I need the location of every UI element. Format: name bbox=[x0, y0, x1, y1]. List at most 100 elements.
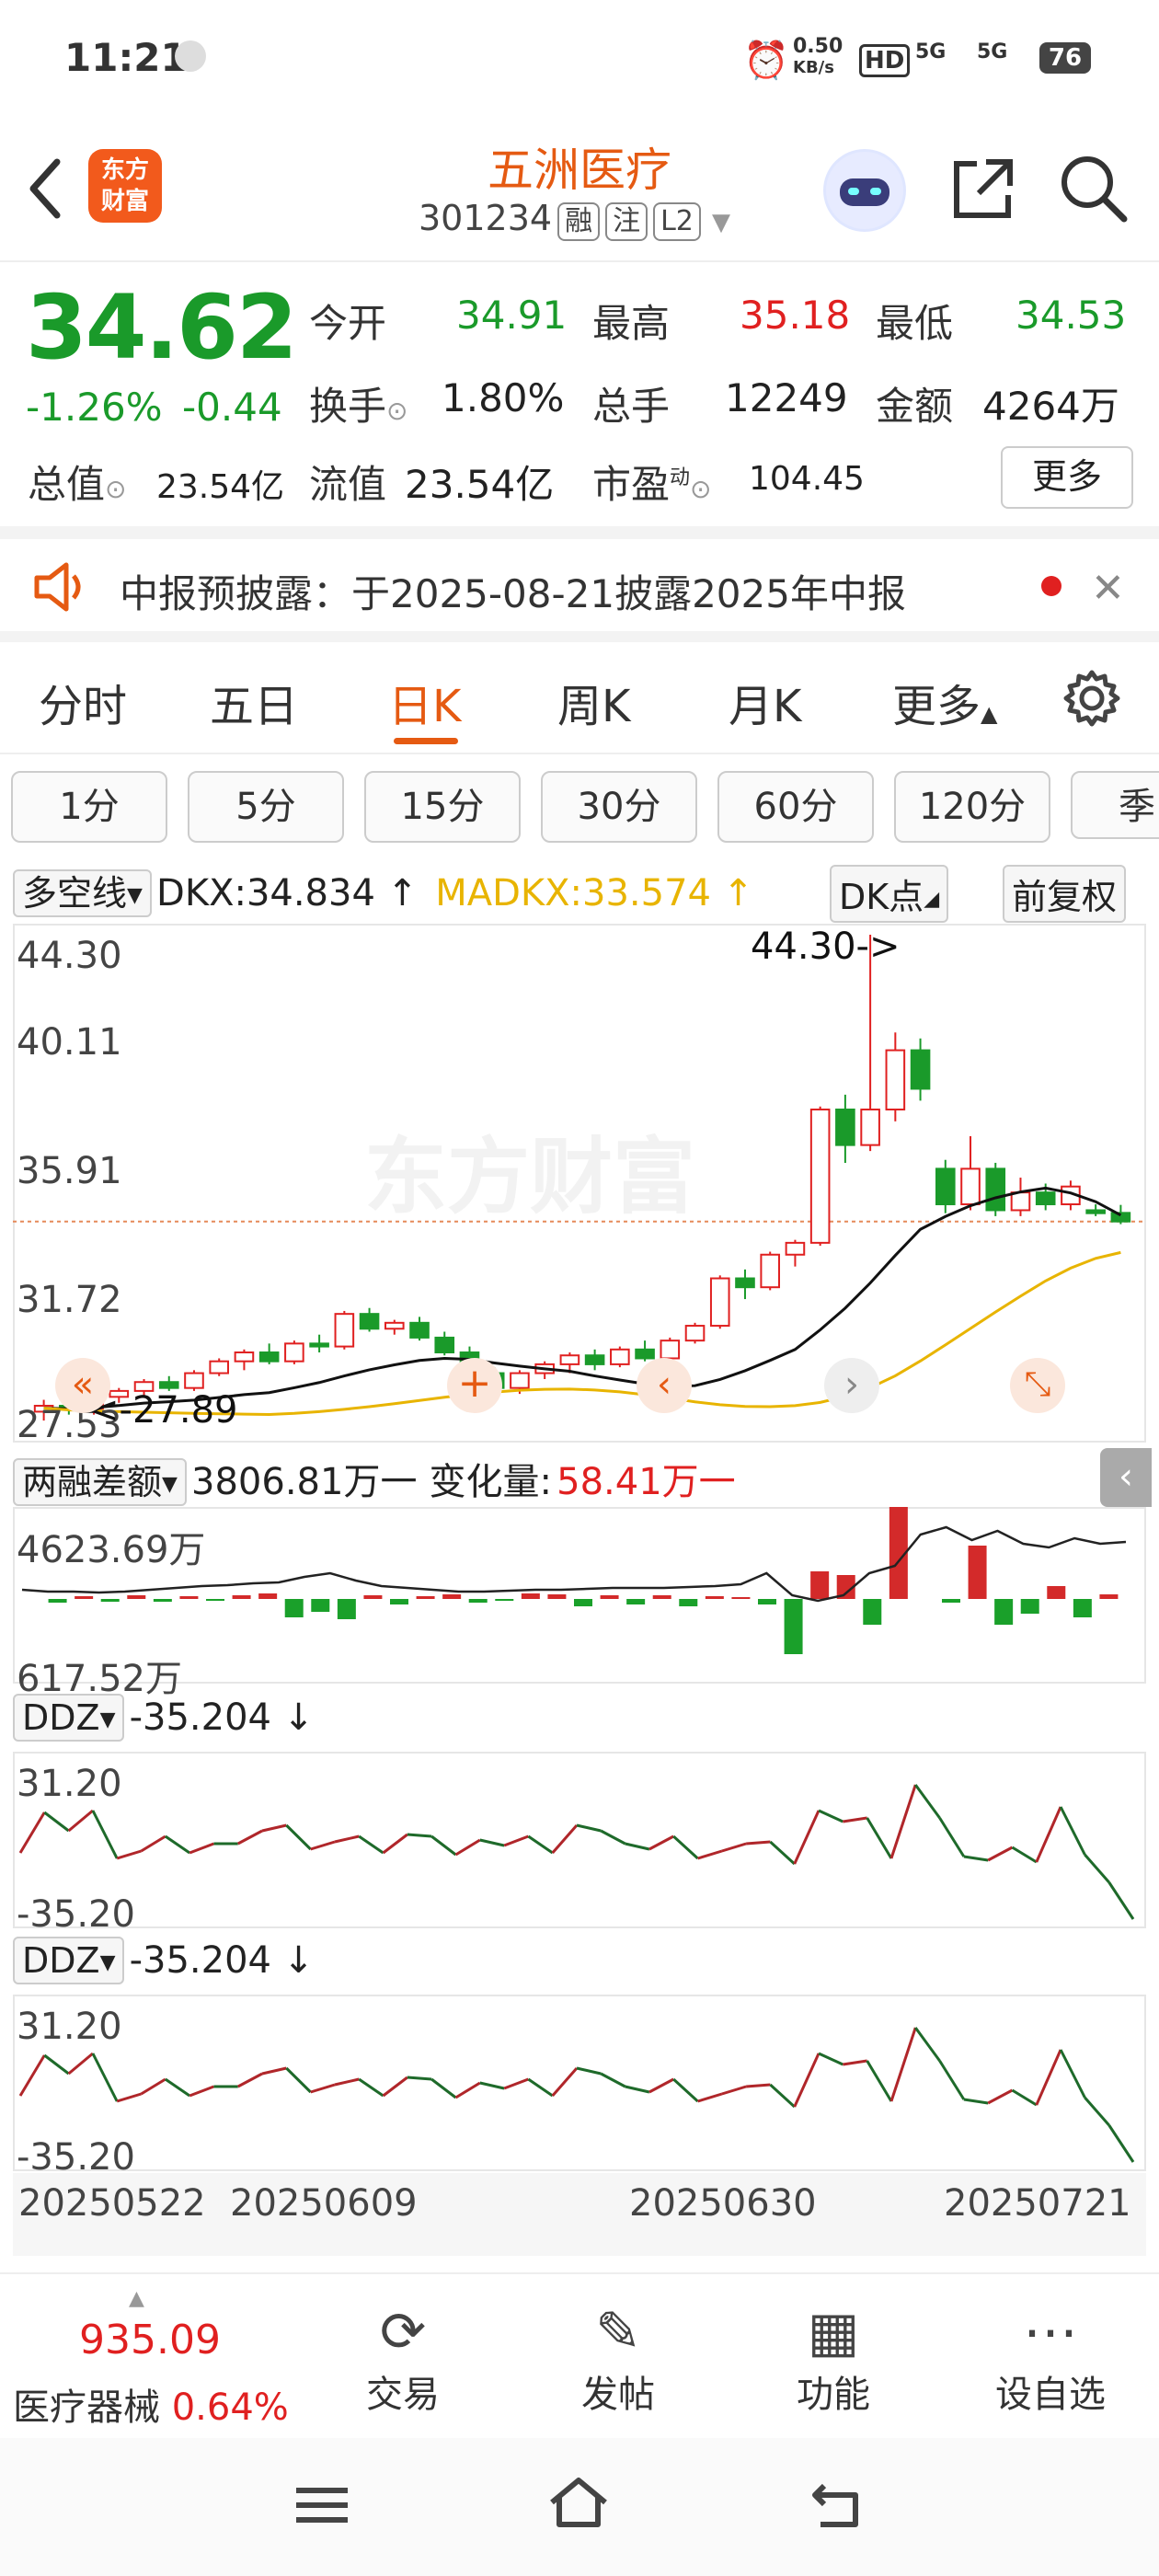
volume-label: 总手 bbox=[592, 384, 671, 429]
candle-body bbox=[885, 1049, 906, 1110]
side-panel-toggle[interactable]: ‹ bbox=[1100, 1448, 1152, 1507]
y-tick-2: 40.11 bbox=[17, 1021, 122, 1064]
chart-settings-button[interactable] bbox=[1061, 668, 1122, 732]
ddz1-value: -35.204 ↓ bbox=[129, 1696, 315, 1739]
dk-point-button[interactable]: DK点◢ bbox=[830, 865, 949, 923]
more-quote-button[interactable]: 更多 bbox=[1001, 446, 1133, 509]
ddz2-line-segment bbox=[1084, 2097, 1110, 2126]
tab-monthly-k[interactable]: 月K bbox=[729, 670, 801, 734]
zoom-in-button[interactable]: + bbox=[447, 1358, 502, 1413]
close-notice-button[interactable]: ✕ bbox=[1091, 565, 1125, 612]
last-price: 34.62 bbox=[26, 276, 298, 379]
indicator-select[interactable]: 多空线▼ bbox=[13, 869, 152, 917]
ai-robot-button[interactable] bbox=[823, 149, 906, 232]
period-15min[interactable]: 15分 bbox=[364, 771, 521, 843]
tab-intraday[interactable]: 分时 bbox=[39, 670, 127, 734]
sector-row[interactable]: 医疗器械 0.64% bbox=[13, 2377, 289, 2431]
ddz1-line-segment bbox=[600, 1829, 626, 1846]
open-label: 今开 bbox=[309, 301, 387, 346]
margin-bar bbox=[468, 1599, 488, 1603]
candle-body bbox=[334, 1313, 355, 1348]
ddz2-line-segment bbox=[843, 2059, 867, 2066]
ddz2-line-segment bbox=[189, 2085, 214, 2098]
y-tick-4: 31.72 bbox=[17, 1279, 122, 1321]
home-button[interactable] bbox=[546, 2475, 611, 2534]
margin-bar bbox=[652, 1595, 671, 1599]
period-quarter[interactable]: 季 bbox=[1071, 771, 1159, 839]
ddz1-line-segment bbox=[938, 1817, 966, 1857]
pan-left-button[interactable]: ‹ bbox=[637, 1358, 692, 1413]
tab-weekly-k[interactable]: 周K bbox=[557, 670, 630, 734]
notice-text[interactable]: 中报预披露：于2025-08-21披露2025年中报 bbox=[120, 563, 906, 619]
info-icon: ⊙ bbox=[386, 396, 408, 426]
ddz1-line-segment bbox=[43, 1811, 70, 1833]
ddz1-line-segment bbox=[1059, 1806, 1086, 1856]
ddz1-line-segment bbox=[625, 1842, 650, 1851]
search-button[interactable] bbox=[1058, 153, 1128, 226]
ddz2-line-segment bbox=[672, 2077, 699, 2103]
margin-bar bbox=[442, 1594, 462, 1599]
candle-body bbox=[635, 1348, 655, 1360]
float-value: 23.54亿 bbox=[405, 462, 555, 507]
ddz1-line-segment bbox=[140, 1834, 166, 1853]
ddz1-line-segment bbox=[1107, 1881, 1135, 1920]
ddz1-header: DDZ▼ -35.204 ↓ bbox=[13, 1694, 315, 1742]
margin-bar bbox=[968, 1546, 987, 1599]
chevron-left-icon: ‹ bbox=[657, 1363, 671, 1406]
nav-post[interactable]: ✎ 发帖 bbox=[545, 2300, 692, 2418]
pan-right-button[interactable]: › bbox=[824, 1358, 879, 1413]
fullscreen-button[interactable]: ⤡ bbox=[1010, 1358, 1065, 1413]
period-1min[interactable]: 1分 bbox=[11, 771, 167, 843]
stock-code-row[interactable]: 301234 融注 L2 ▼ bbox=[419, 198, 730, 241]
share-button[interactable] bbox=[949, 155, 1016, 224]
candle-body bbox=[1010, 1191, 1031, 1212]
y-tick-3: 35.91 bbox=[17, 1150, 122, 1192]
margin-bar bbox=[810, 1571, 830, 1599]
ddz1-line-segment bbox=[164, 1834, 190, 1855]
period-60min[interactable]: 60分 bbox=[717, 771, 874, 843]
back-nav-button[interactable] bbox=[809, 2478, 865, 2534]
tab-daily-k[interactable]: 日K bbox=[388, 670, 461, 734]
tab-five-day[interactable]: 五日 bbox=[210, 670, 298, 734]
mktcap-label: 总值⊙ bbox=[28, 462, 127, 507]
candle-body bbox=[684, 1325, 706, 1342]
period-5min[interactable]: 5分 bbox=[188, 771, 344, 843]
margin-bar bbox=[48, 1599, 67, 1603]
ddz1-line-segment bbox=[1011, 1846, 1038, 1864]
adjust-price-button[interactable]: 前复权 bbox=[1003, 865, 1127, 923]
margin-bar bbox=[495, 1599, 514, 1601]
candle-body bbox=[1085, 1209, 1106, 1214]
low-label: 最低 bbox=[876, 301, 954, 346]
ddz2-line-segment bbox=[697, 2092, 723, 2103]
period-120min[interactable]: 120分 bbox=[894, 771, 1050, 843]
margin-bar bbox=[1099, 1594, 1119, 1599]
stock-code: 301234 bbox=[419, 198, 553, 238]
mktcap-value: 23.54亿 bbox=[156, 468, 285, 506]
ddz1-line-segment bbox=[91, 1810, 119, 1859]
period-30min[interactable]: 30分 bbox=[541, 771, 697, 843]
candle-body bbox=[960, 1167, 981, 1206]
tab-more[interactable]: 更多▲ bbox=[892, 670, 997, 734]
nav-functions[interactable]: ▦ 功能 bbox=[760, 2300, 907, 2418]
ddz1-line-segment bbox=[914, 1784, 941, 1819]
ddz2-chart[interactable]: 31.20 -35.20 bbox=[13, 1995, 1146, 2179]
ddz2-line-segment bbox=[1107, 2124, 1135, 2163]
ddz2-select[interactable]: DDZ▼ bbox=[13, 1937, 125, 1984]
scroll-left-button[interactable]: « bbox=[55, 1358, 110, 1413]
double-chevron-left-icon: « bbox=[71, 1363, 95, 1406]
margin-change-label: 变化量: bbox=[429, 1461, 553, 1503]
menu-button[interactable] bbox=[296, 2484, 348, 2530]
ddz1-line-segment bbox=[721, 1842, 747, 1853]
sector-index-value[interactable]: 935.09 bbox=[79, 2317, 221, 2363]
nav-trade[interactable]: ⟳ 交易 bbox=[329, 2300, 476, 2418]
nav-add-watchlist[interactable]: ⋯ 设自选 bbox=[977, 2300, 1124, 2418]
margin-bar bbox=[942, 1599, 960, 1603]
ddz1-select[interactable]: DDZ▼ bbox=[13, 1694, 125, 1742]
high-label: 最高 bbox=[592, 301, 671, 346]
margin-chart[interactable]: 4623.69万 617.52万 bbox=[13, 1507, 1146, 1700]
margin-indicator-select[interactable]: 两融差额▼ bbox=[13, 1458, 187, 1506]
ddz1-chart[interactable]: 31.20 -35.20 bbox=[13, 1752, 1146, 1936]
kline-chart[interactable]: 东方财富 44.30 40.11 35.91 31.72 27.53 44.30… bbox=[13, 924, 1146, 1446]
candle-body bbox=[409, 1321, 430, 1339]
margin-bar bbox=[784, 1599, 803, 1654]
